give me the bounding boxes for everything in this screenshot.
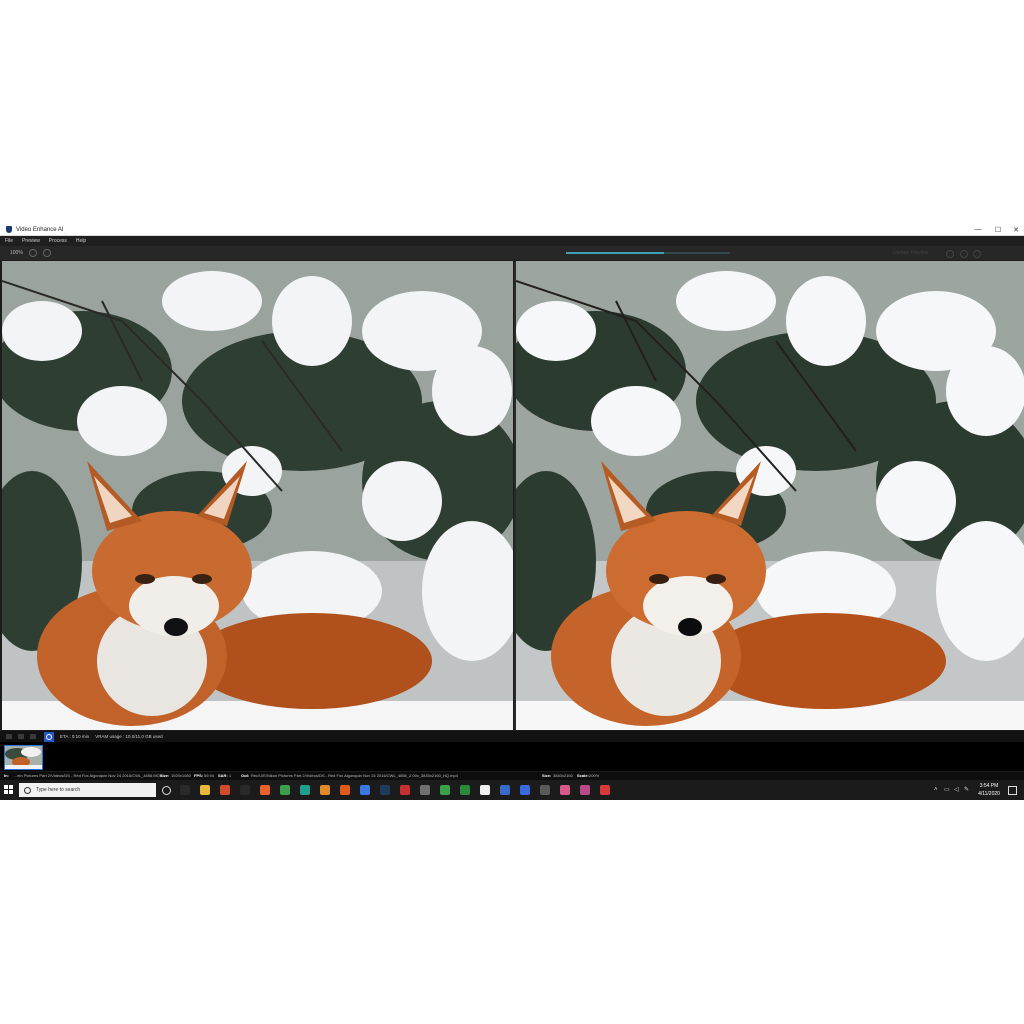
menu-bar: File Preview Process Help [0, 236, 1024, 246]
thumbnail-image [5, 746, 42, 769]
input-path: ...ein Pictures Part 2/Videos/DS - Red F… [14, 773, 163, 778]
scale-value: 200% [589, 773, 600, 778]
process-button[interactable] [44, 731, 54, 742]
camera-icon[interactable] [18, 734, 24, 739]
sar-value: 1 [229, 773, 232, 778]
in-size-label: Size: [160, 773, 170, 778]
orange-app-icon[interactable] [320, 785, 330, 795]
search-placeholder: Type here to search [36, 787, 81, 793]
window-title: Video Enhance AI [16, 226, 64, 233]
out-size-label: Size: [542, 773, 552, 778]
adobe-app-icon[interactable] [220, 785, 230, 795]
chrome-icon[interactable] [280, 785, 290, 795]
video-thumbnail[interactable] [4, 745, 43, 770]
green-shield-icon[interactable] [460, 785, 470, 795]
firefox-icon[interactable] [260, 785, 270, 795]
teal-app-icon[interactable] [300, 785, 310, 795]
document-icon[interactable] [480, 785, 490, 795]
video-player-icon[interactable] [580, 785, 590, 795]
task-view-icon[interactable] [180, 785, 190, 795]
gear-app-icon[interactable] [540, 785, 550, 795]
app-window: Video Enhance AI — ☐ ✕ File Preview Proc… [0, 224, 1024, 800]
compare-icon[interactable] [960, 250, 968, 258]
pen-icon[interactable]: ✎ [964, 787, 970, 793]
original-preview-pane[interactable] [2, 261, 513, 730]
out-label: Out: [241, 773, 250, 778]
input-size: 1920x1080 [171, 773, 191, 778]
menu-file[interactable]: File [5, 238, 13, 244]
video-enhance-ai-icon[interactable] [500, 785, 510, 795]
volume-icon[interactable]: ◁ [954, 787, 960, 793]
maximize-button[interactable]: ☐ [988, 224, 1008, 235]
output-path: Rec/U/E/Nikon Pictures Part 2/Videos/DS … [251, 773, 458, 778]
blue-circle-icon[interactable] [360, 785, 370, 795]
update-preview-button[interactable]: Update Preview [893, 250, 928, 256]
zoom-level[interactable]: 100% [10, 250, 23, 256]
search-icon [24, 786, 31, 794]
blue-shield-icon[interactable] [520, 785, 530, 795]
pen-tool-icon[interactable] [240, 785, 250, 795]
file-explorer-icon[interactable] [200, 785, 210, 795]
share-icon[interactable] [946, 250, 954, 258]
menu-process[interactable]: Process [49, 238, 67, 244]
toolbar: 100% Update Preview [0, 246, 1024, 260]
taskbar-search-box[interactable]: Type here to search [19, 783, 156, 797]
minimize-button[interactable]: — [968, 224, 988, 235]
file-info-bar: In: ...ein Pictures Part 2/Videos/DS - R… [0, 772, 1024, 780]
scale-label: Scale: [577, 773, 589, 778]
close-button[interactable]: ✕ [1006, 224, 1024, 235]
filmstrip [0, 742, 1024, 771]
title-bar: Video Enhance AI — ☐ ✕ [0, 224, 1024, 236]
network-icon[interactable]: ▭ [944, 787, 950, 793]
preview-progress-bar [566, 252, 730, 254]
status-row: ETA : 0:10 min VRAM usage : 10.0/11.0 GB… [0, 731, 1024, 742]
output-size: 3840x2160 [553, 773, 573, 778]
in-label: In: [4, 773, 9, 778]
fps-label: FPS: [194, 773, 204, 778]
green-sync-icon[interactable] [440, 785, 450, 795]
notification-icon[interactable] [1008, 786, 1017, 795]
grey-app-icon[interactable] [420, 785, 430, 795]
preview-progress-fill [566, 252, 665, 254]
film-icon[interactable] [6, 734, 12, 739]
photoshop-icon[interactable] [380, 785, 390, 795]
app-logo-icon [6, 226, 12, 233]
clock-time: 3:54 PM [979, 783, 999, 789]
cortana-icon[interactable] [162, 786, 171, 795]
sar-label: SAR: [218, 773, 228, 778]
menu-preview[interactable]: Preview [22, 238, 40, 244]
photo-app-icon[interactable] [560, 785, 570, 795]
zoom-in-icon[interactable] [28, 249, 37, 257]
chevron-up-icon[interactable]: ˄ [934, 787, 940, 793]
windows-taskbar: Type here to search ˄ ▭ ◁ ✎ 3:54 PM 4/11… [0, 780, 1024, 800]
process-icon [46, 733, 52, 740]
red-app-icon[interactable] [400, 785, 410, 795]
zoom-out-icon[interactable] [42, 249, 51, 257]
vram-usage-text: VRAM usage : 10.0/11.0 GB used [95, 734, 163, 739]
settings-gear-icon[interactable] [973, 250, 981, 258]
eta-text: ETA : 0:10 min [60, 734, 90, 739]
windows-start-icon[interactable] [4, 785, 13, 794]
orange-circle-icon[interactable] [340, 785, 350, 795]
fox-image-enhanced [516, 261, 1024, 730]
fps-value: 59.94 [204, 773, 215, 778]
clock-date: 4/11/2020 [978, 791, 1000, 797]
enhanced-preview-pane[interactable] [516, 261, 1024, 730]
fox-image-original [2, 261, 513, 730]
trash-icon[interactable] [30, 734, 36, 739]
menu-help[interactable]: Help [76, 238, 86, 244]
red-circle-app-icon[interactable] [600, 785, 610, 795]
taskbar-clock[interactable]: 3:54 PM 4/11/2020 [972, 782, 1006, 798]
